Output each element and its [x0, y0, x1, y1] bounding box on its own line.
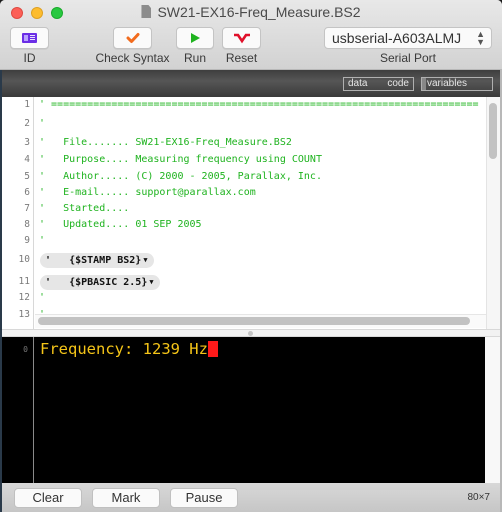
window-title: SW21-EX16-Freq_Measure.BS2: [0, 4, 502, 20]
code-line: 8 ' Updated.... 01 SEP 2005: [2, 217, 482, 233]
code-line: 9 ': [2, 233, 482, 249]
data-code-gauge: data code: [343, 77, 414, 91]
terminal-controls: Clear Mark Pause 80×7: [2, 483, 500, 512]
serial-port-select[interactable]: usbserial-A603ALMJ ▲ ▼: [324, 27, 492, 49]
directive-text: ' {$STAMP BS2}: [45, 255, 142, 266]
run-button[interactable]: [176, 27, 214, 49]
variables-label: variables: [427, 78, 468, 89]
code-text: ' Author..... (C) 2000 - 2005, Parallax,…: [39, 171, 322, 182]
code-line: 2 ': [2, 116, 482, 132]
variables-gauge-fill: [422, 78, 426, 90]
line-number: 10: [18, 254, 30, 265]
window-title-text: SW21-EX16-Freq_Measure.BS2: [157, 4, 361, 20]
code-line: 3 ' File....... SW21-EX16-Freq_Measure.BS…: [2, 135, 482, 151]
pane-splitter[interactable]: [2, 329, 500, 337]
line-number: 12: [18, 292, 30, 303]
code-line: 4 ' Purpose.... Measuring frequency using…: [2, 152, 482, 168]
bs2-editor-window: SW21-EX16-Freq_Measure.BS2 ID Check Synt…: [0, 0, 502, 512]
code-text: ': [39, 292, 46, 303]
terminal-cursor: [207, 341, 218, 357]
line-number: 7: [24, 203, 30, 214]
splitter-handle-icon[interactable]: [248, 331, 253, 336]
select-arrows-icon: ▲ ▼: [476, 29, 485, 47]
id-button[interactable]: [10, 27, 49, 49]
terminal-dimensions: 80×7: [467, 492, 490, 503]
code-line: 12 ': [2, 290, 482, 306]
code-line: 10 ' {$STAMP BS2} ▼: [2, 252, 482, 268]
mark-button[interactable]: Mark: [92, 488, 160, 508]
editor-horizontal-scroll-thumb[interactable]: [38, 317, 470, 325]
directive-dropdown-icon[interactable]: ▼: [143, 256, 147, 264]
serial-port-label: Serial Port: [379, 51, 437, 65]
line-number: 1: [24, 99, 30, 110]
reset-icon: [233, 33, 250, 44]
check-syntax-button[interactable]: [113, 27, 152, 49]
code-text: ' Purpose.... Measuring frequency using …: [39, 154, 322, 165]
code-text: ': [39, 235, 46, 246]
code-text: ' Updated.... 01 SEP 2005: [39, 219, 202, 230]
reset-button[interactable]: [222, 27, 261, 49]
directive-text: ' {$PBASIC 2.5}: [45, 277, 148, 288]
compiler-directive[interactable]: ' {$PBASIC 2.5} ▼: [40, 275, 160, 290]
reset-label: Reset: [225, 51, 258, 65]
directive-dropdown-icon[interactable]: ▼: [149, 278, 153, 286]
code-line: 7 ' Started....: [2, 201, 482, 217]
code-text: ' ======================================…: [39, 99, 479, 110]
line-number: 5: [24, 171, 30, 182]
code-text: ' Started....: [39, 203, 130, 214]
code-label: code: [387, 78, 409, 89]
document-icon: [141, 5, 152, 18]
code-line: 6 ' E-mail..... support@parallax.com: [2, 185, 482, 201]
id-card-icon: [22, 33, 37, 43]
code-text: ' File....... SW21-EX16-Freq_Measure.BS2: [39, 137, 292, 148]
clear-button[interactable]: Clear: [14, 488, 82, 508]
data-label: data: [348, 78, 368, 89]
compiler-directive[interactable]: ' {$STAMP BS2} ▼: [40, 253, 154, 268]
code-text: ': [39, 118, 46, 129]
pause-button[interactable]: Pause: [170, 488, 238, 508]
checkmark-icon: [126, 33, 139, 43]
line-number: 11: [18, 276, 30, 287]
terminal-gutter: 0: [2, 337, 34, 483]
line-number: 2: [24, 118, 30, 129]
run-label: Run: [183, 51, 206, 65]
serial-port-value: usbserial-A603ALMJ: [332, 30, 462, 46]
editor-vertical-scroll-thumb[interactable]: [489, 103, 497, 159]
line-number: 13: [18, 309, 30, 320]
title-bar: SW21-EX16-Freq_Measure.BS2 ID Check Synt…: [0, 0, 502, 70]
code-editor[interactable]: 1 ' =====================================…: [2, 97, 500, 329]
line-number: 8: [24, 219, 30, 230]
code-line: 1 ' =====================================…: [2, 97, 482, 113]
code-line: 11 ' {$PBASIC 2.5} ▼: [2, 274, 482, 290]
terminal-output-text: Frequency: 1239 Hz: [40, 340, 208, 358]
code-text: ' E-mail..... support@parallax.com: [39, 187, 256, 198]
line-number: 9: [24, 235, 30, 246]
id-label: ID: [23, 51, 36, 65]
play-icon: [191, 33, 200, 43]
code-line: 5 ' Author..... (C) 2000 - 2005, Parallax…: [2, 169, 482, 185]
debug-terminal[interactable]: 0 Frequency: 1239 Hz: [2, 337, 485, 483]
line-number: 4: [24, 154, 30, 165]
terminal-side-margin: [485, 337, 500, 483]
terminal-line-number: 0: [23, 345, 28, 354]
line-number: 6: [24, 187, 30, 198]
memory-bar: data code variables: [2, 70, 500, 97]
terminal-output: Frequency: 1239 Hz: [40, 339, 218, 359]
line-number: 3: [24, 137, 30, 148]
variables-gauge: variables: [421, 77, 493, 91]
check-syntax-label: Check Syntax: [95, 51, 170, 65]
